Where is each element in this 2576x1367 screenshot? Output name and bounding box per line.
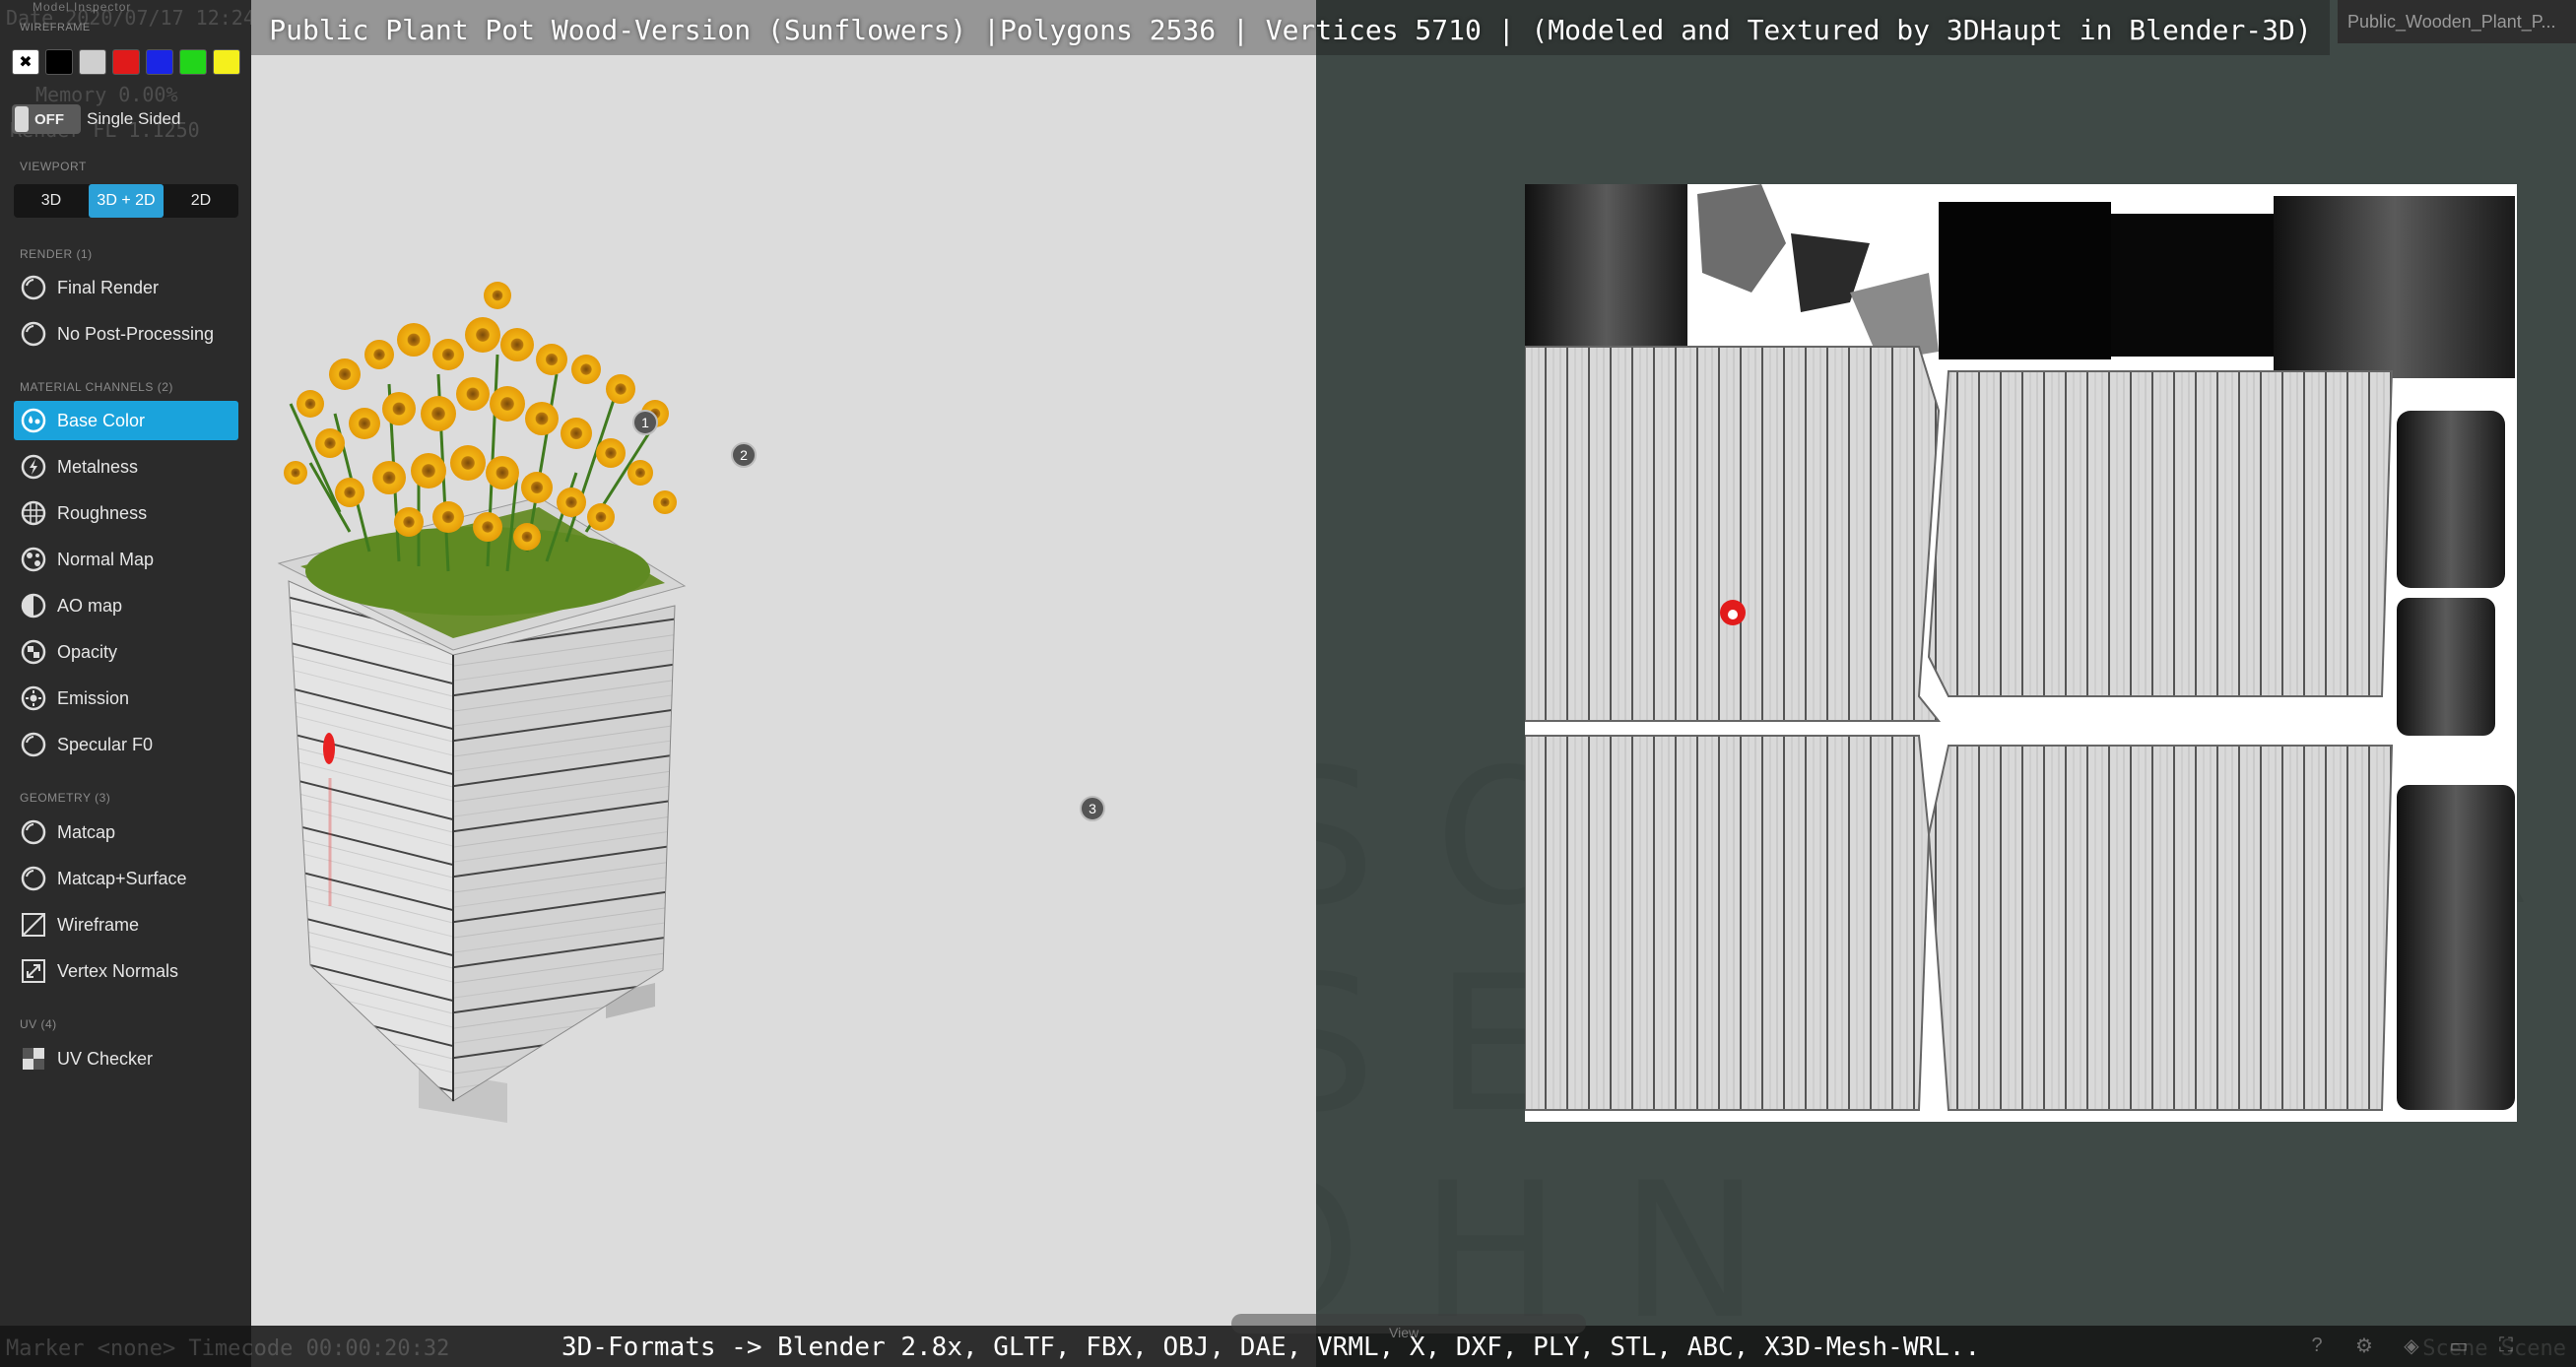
uv-texture-map[interactable]	[1524, 184, 2517, 1122]
ghost-scene: Scene Scene	[2422, 1336, 2566, 1361]
geometry-section-label: GEOMETRY (3)	[20, 791, 111, 805]
menu-label: Specular F0	[57, 734, 154, 754]
swatch-black[interactable]	[45, 49, 73, 75]
toggle-state-text: OFF	[34, 110, 64, 128]
single-sided-toggle[interactable]: OFF	[12, 104, 81, 134]
menu-label: Matcap	[57, 821, 116, 842]
sphere-icon	[18, 729, 49, 760]
menu-label: No Post-Processing	[57, 323, 215, 344]
menu-matcap-surface[interactable]: Matcap+Surface	[14, 859, 238, 898]
menu-label: UV Checker	[57, 1048, 154, 1069]
menu-label: Roughness	[57, 502, 148, 523]
checker-circle-icon	[18, 636, 49, 668]
menu-label: Emission	[57, 687, 130, 708]
toggle-knob	[15, 106, 29, 132]
menu-matcap[interactable]: Matcap	[14, 813, 238, 852]
viewport-section-label: VIEWPORT	[20, 160, 87, 173]
material-section-label: MATERIAL CHANNELS (2)	[20, 380, 173, 394]
menu-label: Vertex Normals	[57, 960, 179, 981]
bolt-icon	[18, 451, 49, 483]
menu-label: Wireframe	[57, 914, 140, 935]
menu-emission[interactable]: Emission	[14, 679, 238, 718]
inspector-sidebar: Model Inspector Date 2020/07/17 12:24:05…	[0, 0, 291, 1367]
viewport-2d-button[interactable]: 2D	[164, 184, 238, 218]
menu-label: Base Color	[57, 410, 146, 430]
close-x-icon: ✖	[19, 54, 33, 71]
swatch-red[interactable]	[112, 49, 140, 75]
render-section-label: RENDER (1)	[20, 247, 93, 261]
swatch-green[interactable]	[179, 49, 207, 75]
menu-ao-map[interactable]: AO map	[14, 586, 238, 625]
file-tab[interactable]: Public_Wooden_Plant_P...	[2338, 0, 2576, 43]
swatch-white[interactable]: ✖	[12, 49, 39, 75]
help-icon[interactable]: ?	[2300, 1329, 2334, 1362]
menu-label: Final Render	[57, 277, 160, 297]
menu-label: AO map	[57, 595, 123, 616]
model-title: Public Plant Pot Wood-Version (Sunflower…	[269, 14, 2312, 46]
menu-no-post-processing[interactable]: No Post-Processing	[14, 314, 238, 354]
wireframe-color-swatches: ✖	[12, 49, 240, 75]
sphere-icon	[18, 816, 49, 848]
menu-label: Opacity	[57, 641, 118, 662]
sun-icon	[18, 683, 49, 714]
uv-islands	[1524, 184, 2515, 1111]
uv-section-label: UV (4)	[20, 1017, 57, 1031]
ghost-memory-line: Memory 0.00%	[35, 83, 178, 106]
menu-final-render[interactable]: Final Render	[14, 268, 238, 307]
diagonal-square-icon	[18, 909, 49, 941]
checker-square-icon	[18, 1043, 49, 1074]
grid-sphere-icon	[18, 497, 49, 529]
viewport-3d-2d-button[interactable]: 3D + 2D	[89, 184, 164, 218]
menu-label: Matcap+Surface	[57, 868, 187, 888]
half-circle-icon	[18, 590, 49, 621]
menu-metalness[interactable]: Metalness	[14, 447, 238, 487]
viewport-3d[interactable]: 1 2 3	[251, 0, 1316, 1367]
gear-icon[interactable]: ⚙	[2347, 1329, 2381, 1362]
sphere-icon	[18, 272, 49, 303]
ghost-timecode: Marker <none> Timecode 00:00:20:32	[6, 1336, 450, 1361]
menu-wireframe[interactable]: Wireframe	[14, 905, 238, 944]
plant-pot-render	[277, 282, 687, 1123]
menu-label: Metalness	[57, 456, 139, 477]
sphere-icon	[18, 863, 49, 894]
arrows-square-icon	[18, 955, 49, 987]
menu-base-color[interactable]: Base Color	[14, 401, 238, 440]
wireframe-section-label: WIREFRAME	[20, 22, 91, 33]
droplet-icon	[18, 405, 49, 436]
hotspot-3[interactable]: 3	[1080, 796, 1105, 821]
menu-label: Normal Map	[57, 549, 155, 569]
swatch-gray[interactable]	[79, 49, 106, 75]
menu-normal-map[interactable]: Normal Map	[14, 540, 238, 579]
hotspot-2[interactable]: 2	[731, 442, 757, 468]
menu-roughness[interactable]: Roughness	[14, 493, 238, 533]
swatch-blue[interactable]	[146, 49, 173, 75]
menu-specular-f0[interactable]: Specular F0	[14, 725, 238, 764]
menu-vertex-normals[interactable]: Vertex Normals	[14, 951, 238, 991]
menu-opacity[interactable]: Opacity	[14, 632, 238, 672]
cube-sphere-icon	[18, 544, 49, 575]
swatch-yellow[interactable]	[213, 49, 240, 75]
sphere-icon	[18, 318, 49, 350]
formats-caption: 3D-Formats -> Blender 2.8x, GLTF, FBX, O…	[561, 1333, 1981, 1362]
menu-uv-checker[interactable]: UV Checker	[14, 1039, 238, 1078]
hotspot-1[interactable]: 1	[632, 410, 658, 435]
viewport-switcher: 3D 3D + 2D 2D	[14, 184, 238, 218]
viewport-3d-button[interactable]: 3D	[14, 184, 89, 218]
single-sided-label: Single Sided	[87, 109, 181, 128]
